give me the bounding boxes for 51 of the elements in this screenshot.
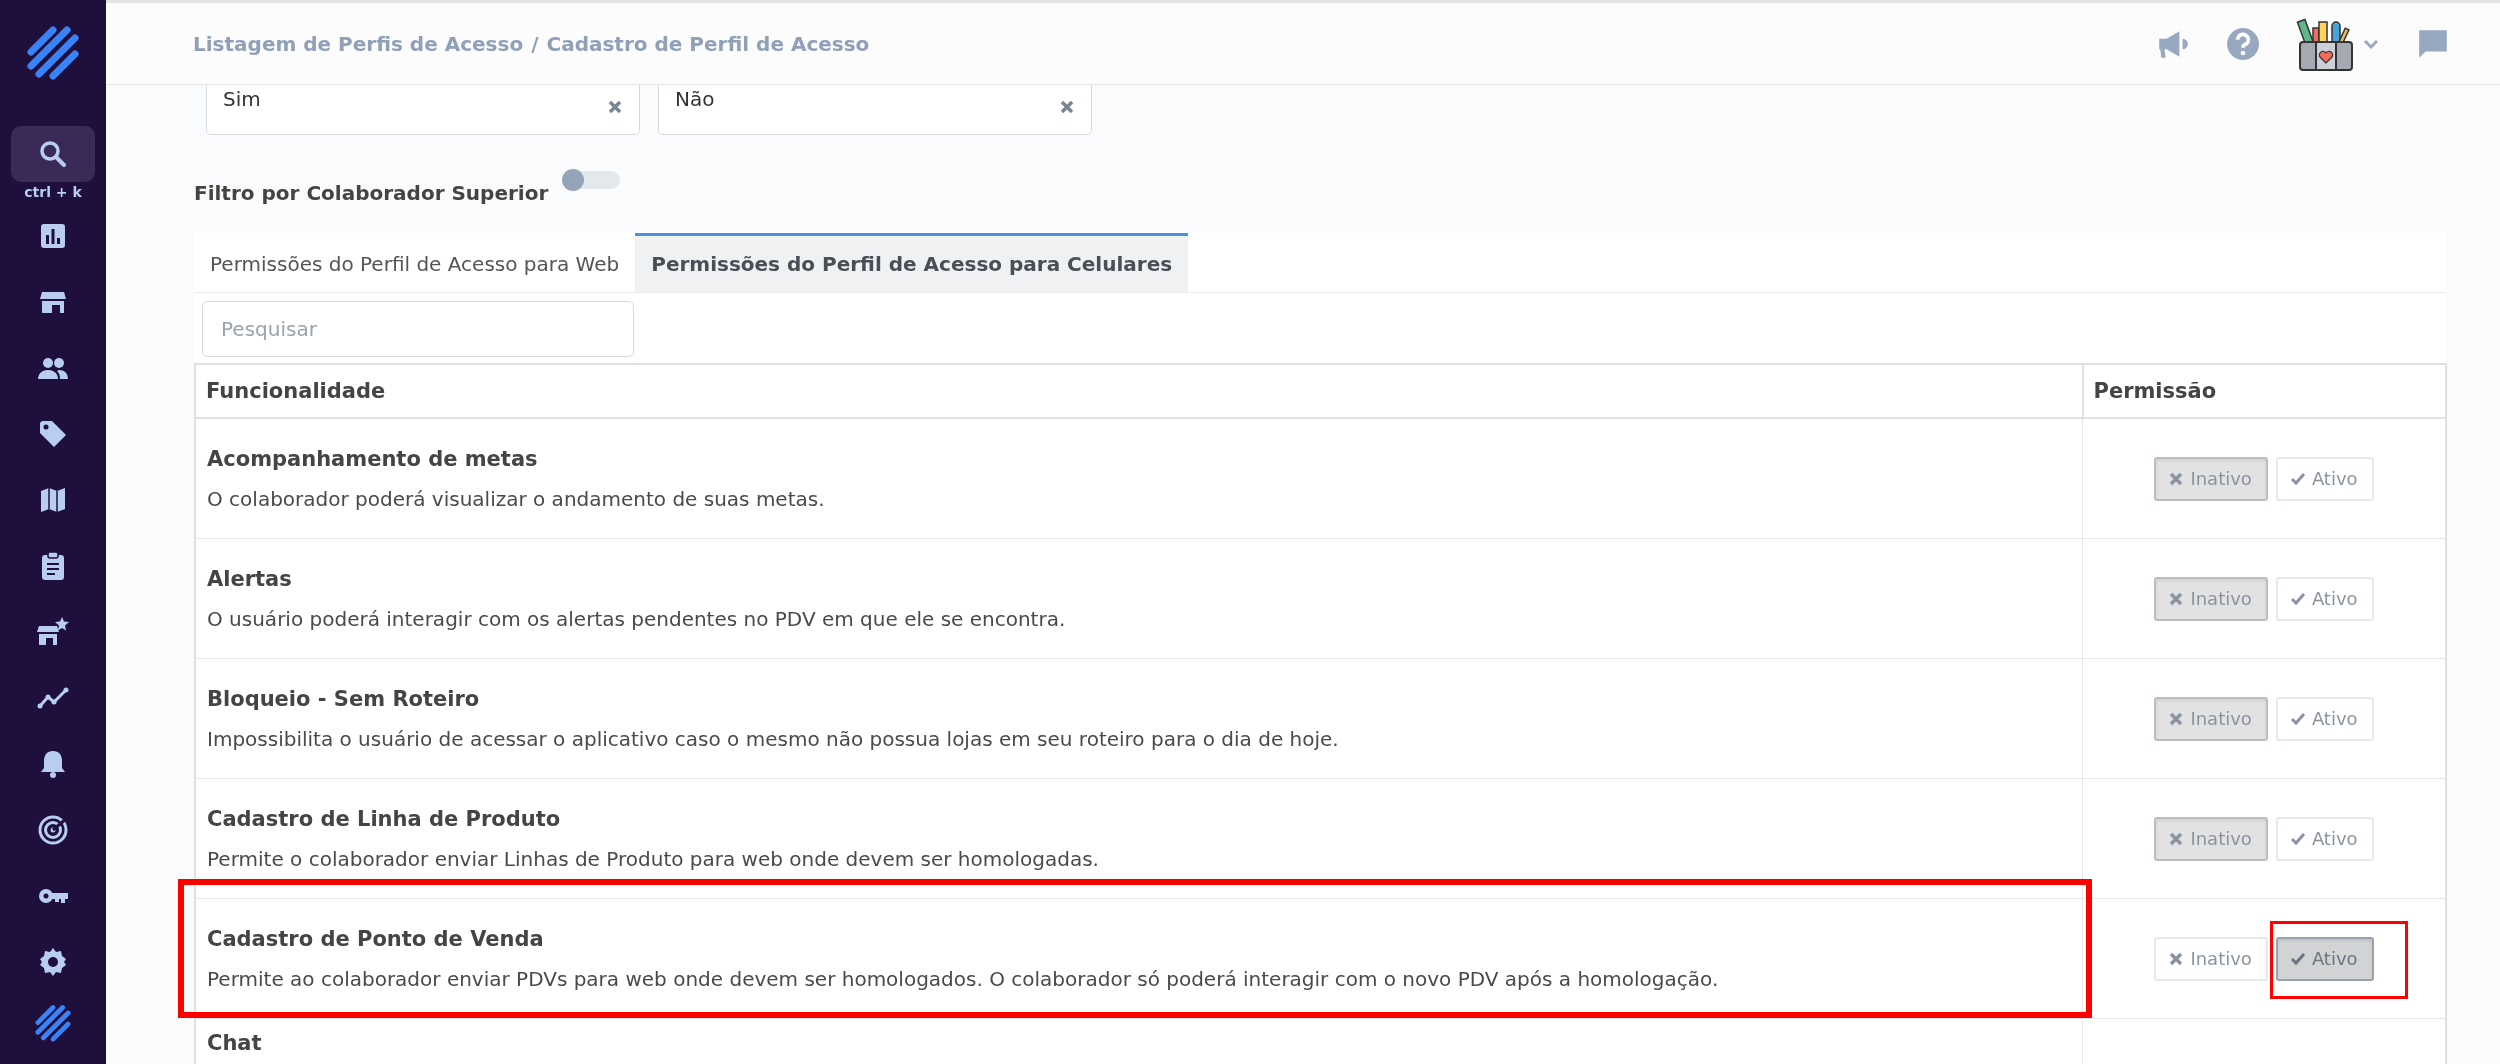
- radar-icon: [37, 814, 69, 846]
- feature-description: O colaborador poderá visualizar o andamento de suas metas.: [207, 486, 826, 511]
- feature-title: Bloqueio - Sem Roteiro: [207, 686, 481, 711]
- tag-icon: [37, 418, 69, 450]
- select-field[interactable]: Não: [658, 85, 1092, 135]
- feature-description: O usuário poderá interagir com os alertas pendentes no PDV em que ele se encontra.: [207, 606, 1067, 631]
- breadcrumb-link[interactable]: Cadastro de Perfil de Acesso: [546, 31, 870, 56]
- check-icon: [2289, 590, 2306, 607]
- x-icon: [2168, 470, 2185, 487]
- check-icon: [2289, 710, 2306, 727]
- toggle-option-button[interactable]: Ativo: [2275, 696, 2374, 741]
- select-field[interactable]: Sim: [206, 85, 640, 135]
- feature-description: Permite ao colaborador enviar PDVs para web onde devem ser homologados. O colaborador só poderá interagir com o novo PDV após a homologação.: [207, 966, 1720, 991]
- column-header: Permissão: [2082, 364, 2446, 418]
- toggle-option-button[interactable]: Inativo: [2154, 936, 2268, 981]
- toggle-option-button[interactable]: Ativo: [2275, 816, 2374, 861]
- toggle-option-button[interactable]: Ativo: [2275, 576, 2374, 621]
- search-icon: [37, 138, 69, 170]
- toggle-option-button[interactable]: Ativo: [2275, 936, 2374, 981]
- toggle-option-button[interactable]: Inativo: [2154, 576, 2268, 621]
- toggle-option-button[interactable]: Inativo: [2154, 696, 2268, 741]
- x-icon: [2168, 830, 2185, 847]
- clear-icon[interactable]: [1059, 99, 1075, 115]
- clear-icon[interactable]: [607, 99, 623, 115]
- feature-title: Acompanhamento de metas: [207, 446, 539, 471]
- x-icon: [2168, 590, 2185, 607]
- feature-title: Chat: [207, 1031, 263, 1055]
- check-icon: [2289, 470, 2306, 487]
- check-icon: [2289, 830, 2306, 847]
- shortcut-label: ctrl + k: [24, 184, 82, 200]
- feature-title: Cadastro de Ponto de Venda: [207, 926, 545, 951]
- toggle-option-button[interactable]: Inativo: [2154, 456, 2268, 501]
- breadcrumb-link[interactable]: Listagem de Perfis de Acesso: [193, 31, 524, 56]
- toggle-option-button[interactable]: Inativo: [2154, 816, 2268, 861]
- feature-title: Cadastro de Linha de Produto: [207, 806, 562, 831]
- x-icon: [2168, 950, 2185, 967]
- x-icon: [2168, 710, 2185, 727]
- sidebar-button[interactable]: [11, 126, 95, 182]
- settings-icon: [37, 946, 69, 978]
- toggle-switch[interactable]: [564, 171, 621, 189]
- column-header: Funcionalidade: [195, 364, 2083, 418]
- feature-title: Alertas: [207, 566, 293, 591]
- tab[interactable]: Permissões do Perfil de Acesso para Celulares: [635, 233, 1189, 292]
- check-icon: [2289, 950, 2306, 967]
- feature-description: Permite o colaborador enviar Linhas de Produto para web onde devem ser homologadas.: [207, 846, 1100, 871]
- filter-label: Filtro por Colaborador Superior: [194, 181, 549, 205]
- breadcrumb-separator: /: [531, 31, 539, 56]
- toggle-option-button[interactable]: Ativo: [2275, 456, 2374, 501]
- search-field[interactable]: Pesquisar: [202, 301, 634, 357]
- store-star-icon: [37, 616, 69, 648]
- feature-description: Impossibilita o usuário de acessar o aplicativo caso o mesmo não possua lojas em seu roteiro para o dia de hoje.: [207, 726, 1340, 751]
